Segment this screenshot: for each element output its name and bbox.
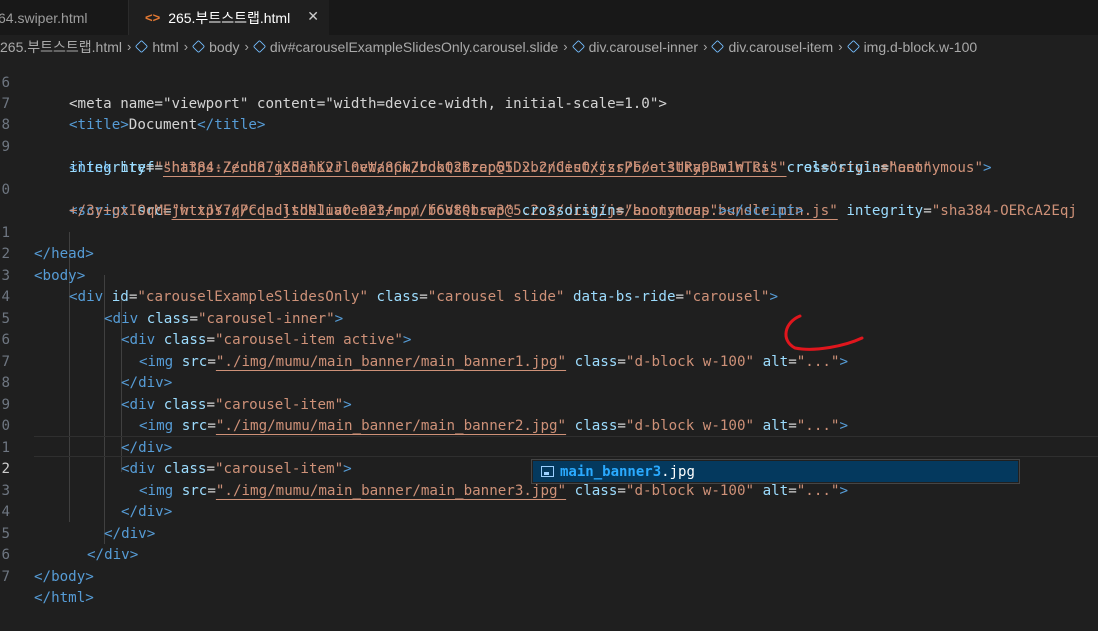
- suggestion-rest: .jpg: [661, 463, 695, 480]
- file-image-icon: [541, 466, 554, 477]
- red-annotation-mark: [784, 314, 864, 351]
- suggestion-item[interactable]: main_banner3 .jpg: [533, 461, 1018, 482]
- autocomplete-popup: main_banner3 .jpg: [531, 459, 1020, 484]
- suggestion-match: main_banner3: [560, 463, 662, 480]
